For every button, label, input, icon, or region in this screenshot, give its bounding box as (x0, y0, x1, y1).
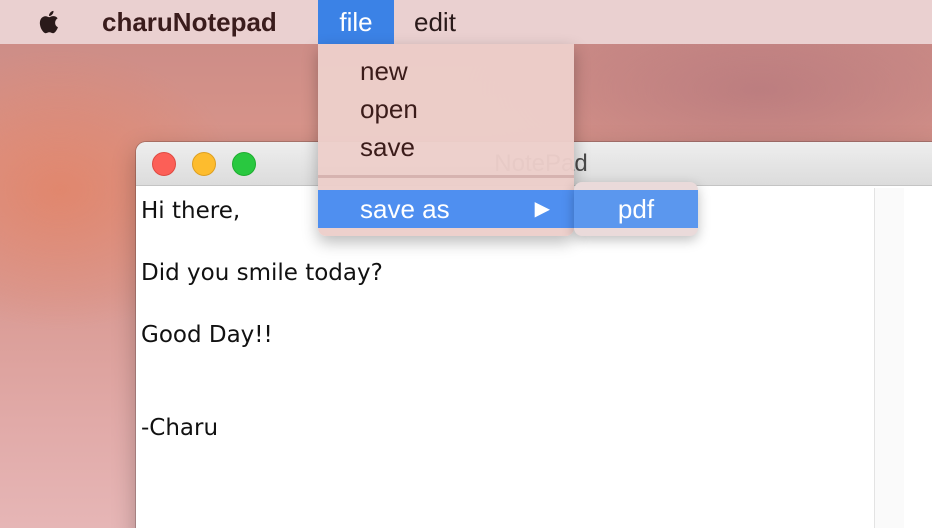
menu-item-save-as-label: save as (360, 194, 450, 224)
text-line: Did you smile today? (141, 260, 383, 286)
edit-menu[interactable]: edit (396, 0, 474, 44)
menu-item-open[interactable]: open (318, 90, 574, 128)
maximize-window-button[interactable] (232, 152, 256, 176)
text-line (141, 351, 897, 382)
app-name-menu[interactable]: charuNotepad (84, 0, 295, 44)
menu-bar: charuNotepad file edit (0, 0, 932, 44)
menu-item-pdf[interactable]: pdf (574, 190, 698, 228)
apple-logo-icon[interactable] (36, 8, 64, 36)
menu-item-save-as[interactable]: save as ▶ (318, 190, 574, 228)
text-line (141, 382, 897, 413)
menu-item-save[interactable]: save (318, 128, 574, 166)
menu-separator (318, 175, 574, 178)
file-menu[interactable]: file (318, 0, 394, 44)
text-line: Good Day!! (141, 322, 273, 348)
submenu-arrow-icon: ▶ (534, 198, 550, 220)
save-as-submenu: pdf (574, 182, 698, 236)
menu-item-new[interactable]: new (318, 52, 574, 90)
file-menu-dropdown: new open save save as ▶ (318, 44, 574, 236)
close-window-button[interactable] (152, 152, 176, 176)
text-line (141, 289, 897, 320)
vertical-scrollbar[interactable] (874, 188, 904, 528)
minimize-window-button[interactable] (192, 152, 216, 176)
text-editor[interactable]: Hi there, Did you smile today? Good Day!… (138, 188, 900, 528)
text-line: -Charu (141, 415, 219, 441)
